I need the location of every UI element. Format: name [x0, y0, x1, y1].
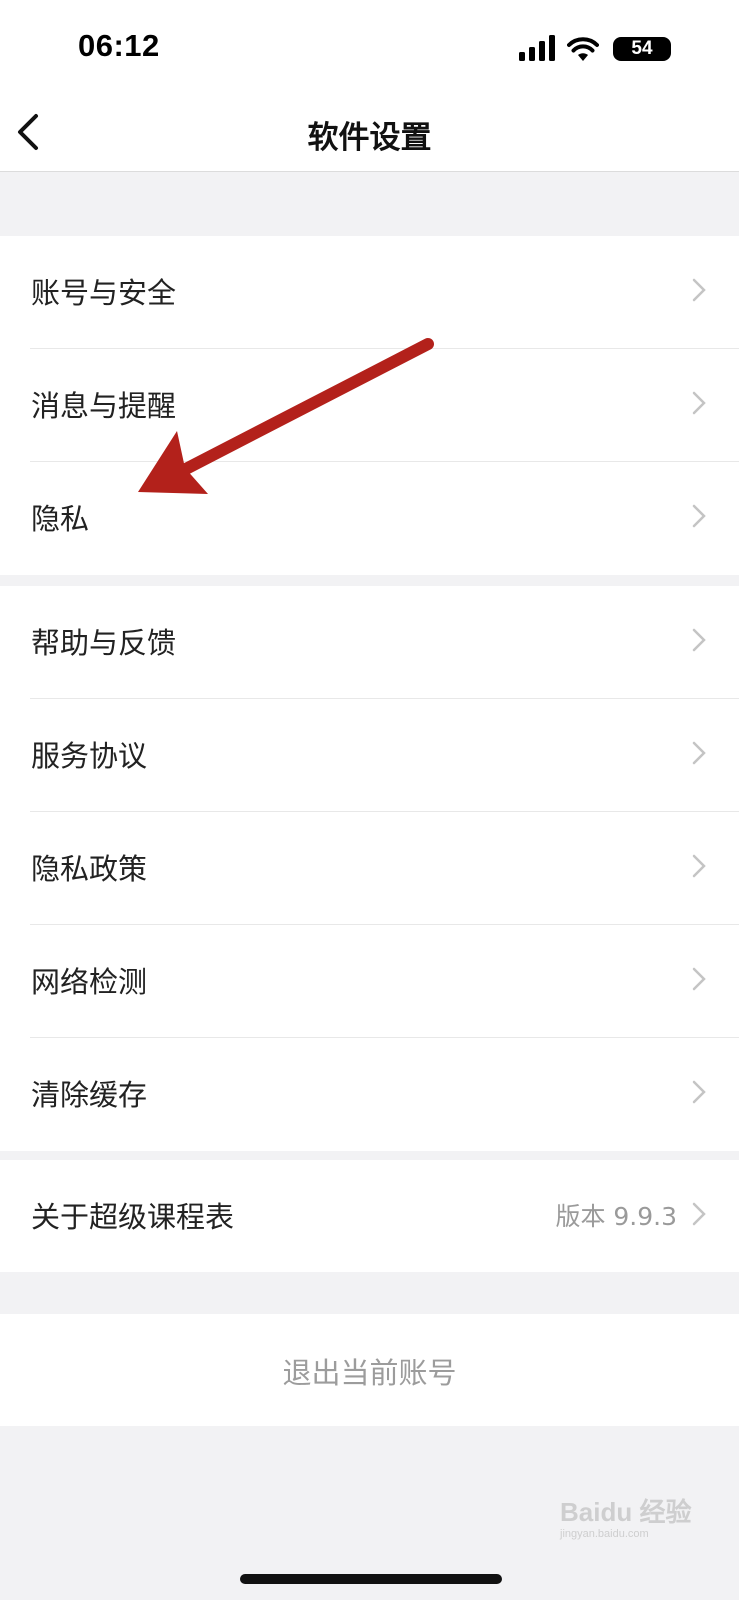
signal-icon	[519, 35, 555, 61]
status-bar: 06:12 54	[0, 0, 739, 98]
baidu-watermark-icon: Baidu 经验 jingyan.baidu.com	[560, 1492, 730, 1542]
chevron-right-icon	[692, 741, 706, 765]
settings-item-about[interactable]: 关于超级课程表 版本 9.9.3	[0, 1160, 739, 1272]
watermark-subtext: jingyan.baidu.com	[560, 1528, 649, 1540]
watermark-text: Baidu 经验	[560, 1497, 692, 1527]
wifi-icon	[567, 37, 599, 61]
chevron-right-icon	[692, 278, 706, 302]
nav-bar: 软件设置	[0, 98, 739, 172]
chevron-right-icon	[692, 504, 706, 528]
chevron-right-icon	[692, 967, 706, 991]
chevron-right-icon	[692, 391, 706, 415]
settings-item-label: 服务协议	[31, 739, 148, 773]
settings-item-privacy-policy[interactable]: 隐私政策	[0, 812, 739, 925]
chevron-right-icon	[692, 1080, 706, 1104]
battery-level: 54	[631, 38, 653, 59]
annotation-arrow-icon	[138, 338, 434, 494]
settings-item-label: 隐私政策	[31, 852, 148, 886]
chevron-right-icon	[692, 628, 706, 652]
settings-item-clear-cache[interactable]: 清除缓存	[0, 1038, 739, 1151]
version-text: 版本 9.9.3	[555, 1202, 677, 1231]
settings-group-support: 帮助与反馈 服务协议 隐私政策 网络检测 清除缓存	[0, 586, 739, 1151]
settings-item-label: 清除缓存	[31, 1078, 148, 1112]
battery-icon: 54	[613, 37, 671, 61]
settings-item-label: 网络检测	[31, 965, 148, 999]
settings-item-label: 关于超级课程表	[31, 1200, 235, 1234]
settings-item-service-agreement[interactable]: 服务协议	[0, 699, 739, 812]
settings-group-about: 关于超级课程表 版本 9.9.3	[0, 1160, 739, 1272]
settings-item-label: 帮助与反馈	[31, 626, 177, 660]
status-icons: 54	[507, 35, 677, 63]
page-title: 软件设置	[307, 120, 432, 156]
settings-item-network-check[interactable]: 网络检测	[0, 925, 739, 1038]
home-indicator[interactable]	[240, 1574, 502, 1584]
chevron-right-icon	[692, 1202, 706, 1226]
chevron-right-icon	[692, 854, 706, 878]
settings-item-label: 隐私	[31, 502, 90, 536]
status-time: 06:12	[78, 28, 160, 63]
logout-button[interactable]: 退出当前账号	[0, 1314, 739, 1426]
settings-item-help-feedback[interactable]: 帮助与反馈	[0, 586, 739, 699]
settings-item-label: 账号与安全	[31, 276, 177, 310]
logout-label: 退出当前账号	[282, 1356, 457, 1390]
